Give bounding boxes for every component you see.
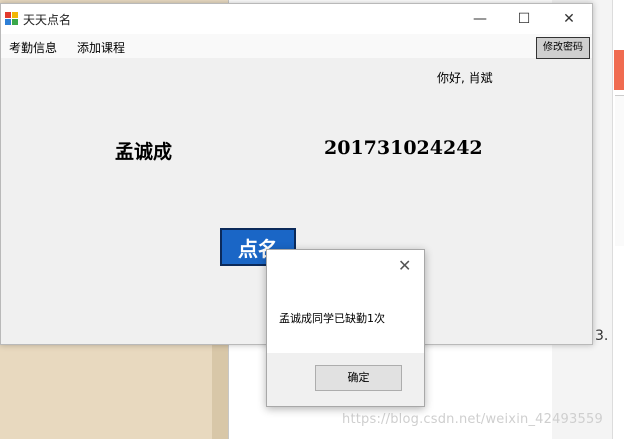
menu-bar: 考勤信息 添加课程 修改密码	[1, 34, 592, 59]
maximize-button[interactable]: ☐	[501, 4, 547, 34]
student-id: 201731024242	[324, 137, 483, 159]
minimize-button[interactable]: —	[457, 4, 503, 34]
app-icon	[5, 12, 18, 25]
background-sliver	[615, 95, 624, 246]
menu-attendance-info[interactable]: 考勤信息	[9, 39, 57, 56]
background-panel-edge	[212, 340, 228, 439]
watermark: https://blog.csdn.net/weixin_42493559	[342, 412, 603, 427]
change-password-button[interactable]: 修改密码	[536, 37, 590, 59]
background-red-block	[614, 50, 624, 90]
dialog-footer: 确定	[267, 353, 424, 406]
menu-add-course[interactable]: 添加课程	[77, 39, 125, 56]
message-dialog: ✕ 孟诚成同学已缺勤1次 确定	[266, 249, 425, 407]
title-bar: 天天点名 — ☐ ✕	[1, 4, 592, 34]
dialog-close-icon[interactable]: ✕	[398, 256, 411, 275]
background-panel	[0, 340, 212, 439]
student-name: 孟诚成	[115, 141, 173, 163]
close-button[interactable]: ✕	[546, 4, 592, 34]
dialog-message: 孟诚成同学已缺勤1次	[279, 312, 385, 325]
window-title: 天天点名	[23, 13, 72, 27]
background-page-number: 3.	[595, 328, 609, 344]
ok-button[interactable]: 确定	[315, 365, 402, 391]
greeting-label: 你好, 肖斌	[437, 71, 493, 85]
